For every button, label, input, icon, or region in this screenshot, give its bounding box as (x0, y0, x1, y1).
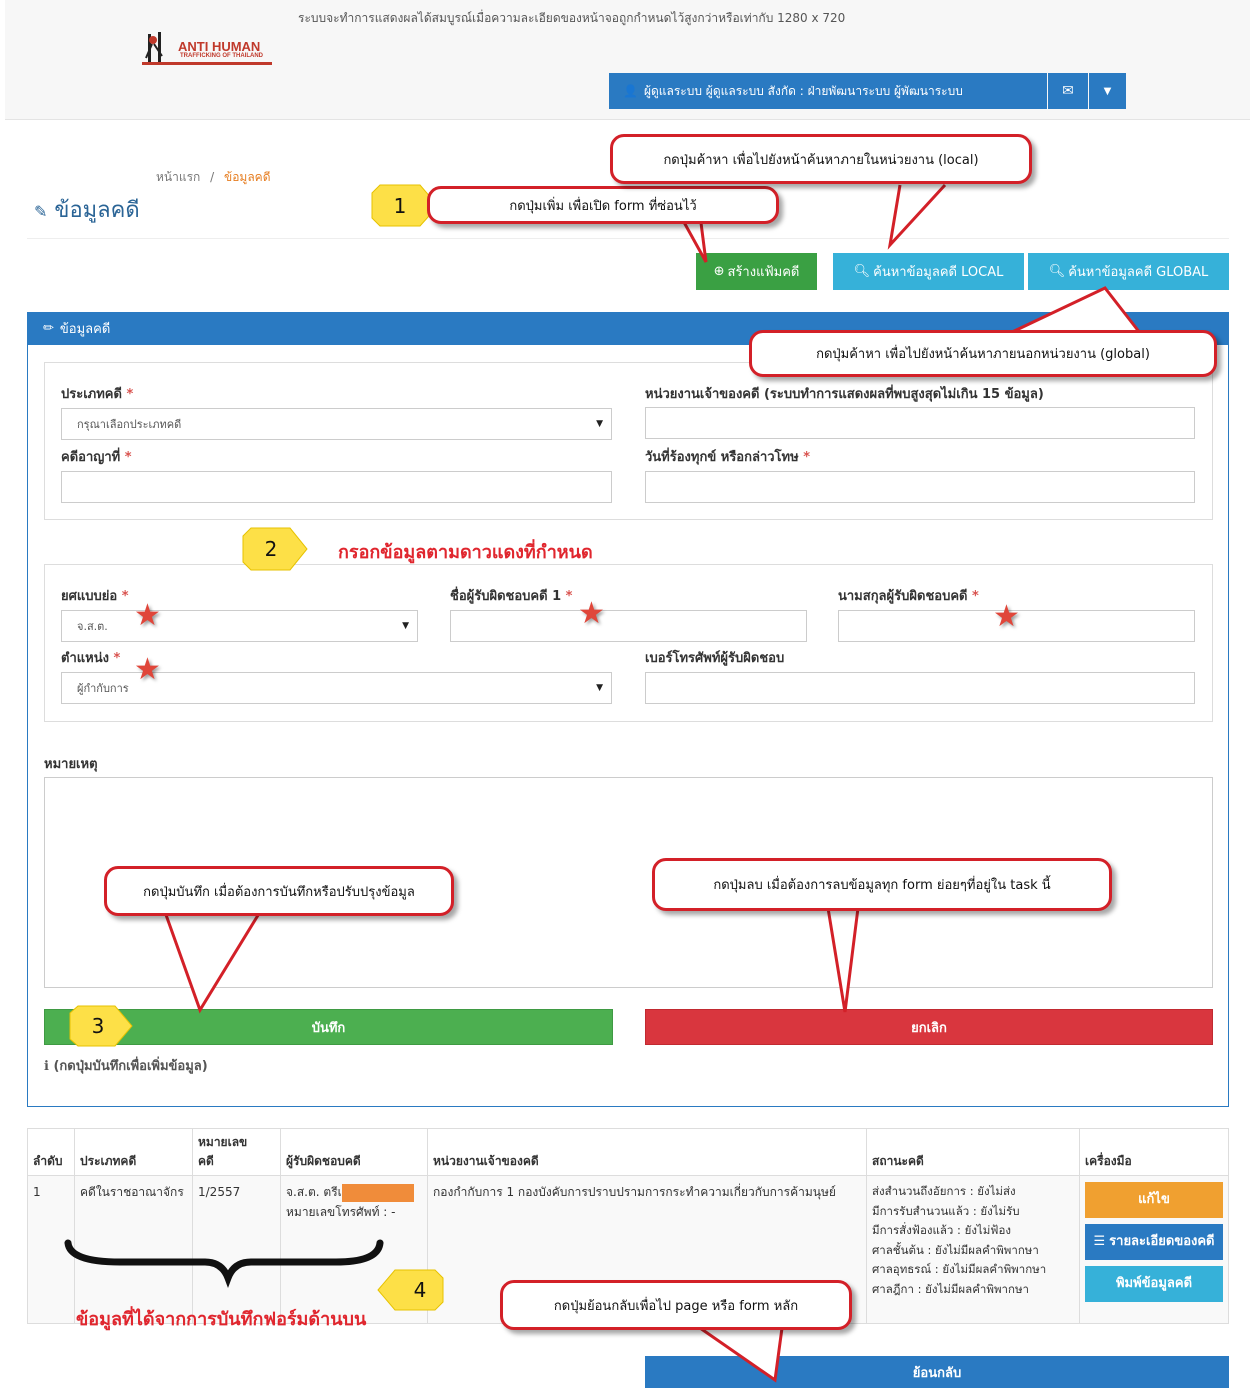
pointer-local (887, 183, 947, 250)
badge-2: 2 (264, 537, 278, 561)
badge-1: 1 (393, 194, 407, 218)
callout-add: กดปุ่มเพิ่ม เพื่อเปิด form ที่ซ่อนไว้ (427, 186, 779, 224)
callout-global: กดปุ่มค้าหา เพื่อไปยังหน้าค้นหาภายนอกหน่… (749, 330, 1217, 377)
pointer-save (163, 911, 262, 1014)
callout-save: กดปุ่มบันทึก เมื่อต้องการบันทึกหรือปรับป… (104, 866, 454, 916)
callout-cancel: กดปุ่มลบ เมื่อต้องการลบข้อมูลทุก form ย่… (652, 858, 1112, 911)
badge-4: 4 (413, 1278, 427, 1302)
note-saved-data: ข้อมูลที่ได้จากการบันทึกฟอร์มด้านบน (76, 1309, 367, 1330)
callout-back: กดปุ่มย้อนกลับเพื่อไป page หรือ form หลั… (500, 1280, 852, 1330)
star-icon: ★ (578, 596, 605, 631)
curly-brace (64, 1239, 384, 1288)
star-icon: ★ (134, 598, 161, 633)
callout-local: กดปุ่มค้าหา เพื่อไปยังหน้าค้นหาภายในหน่ว… (610, 134, 1032, 184)
pointer-cancel (826, 907, 860, 1013)
note-required-stars: กรอกข้อมูลตามดาวแดงที่กำหนด (338, 542, 593, 563)
pointer-back (699, 1326, 784, 1383)
star-icon: ★ (993, 599, 1020, 634)
star-icon: ★ (134, 652, 161, 687)
pointer-global (1009, 286, 1142, 335)
badge-3: 3 (91, 1014, 105, 1038)
